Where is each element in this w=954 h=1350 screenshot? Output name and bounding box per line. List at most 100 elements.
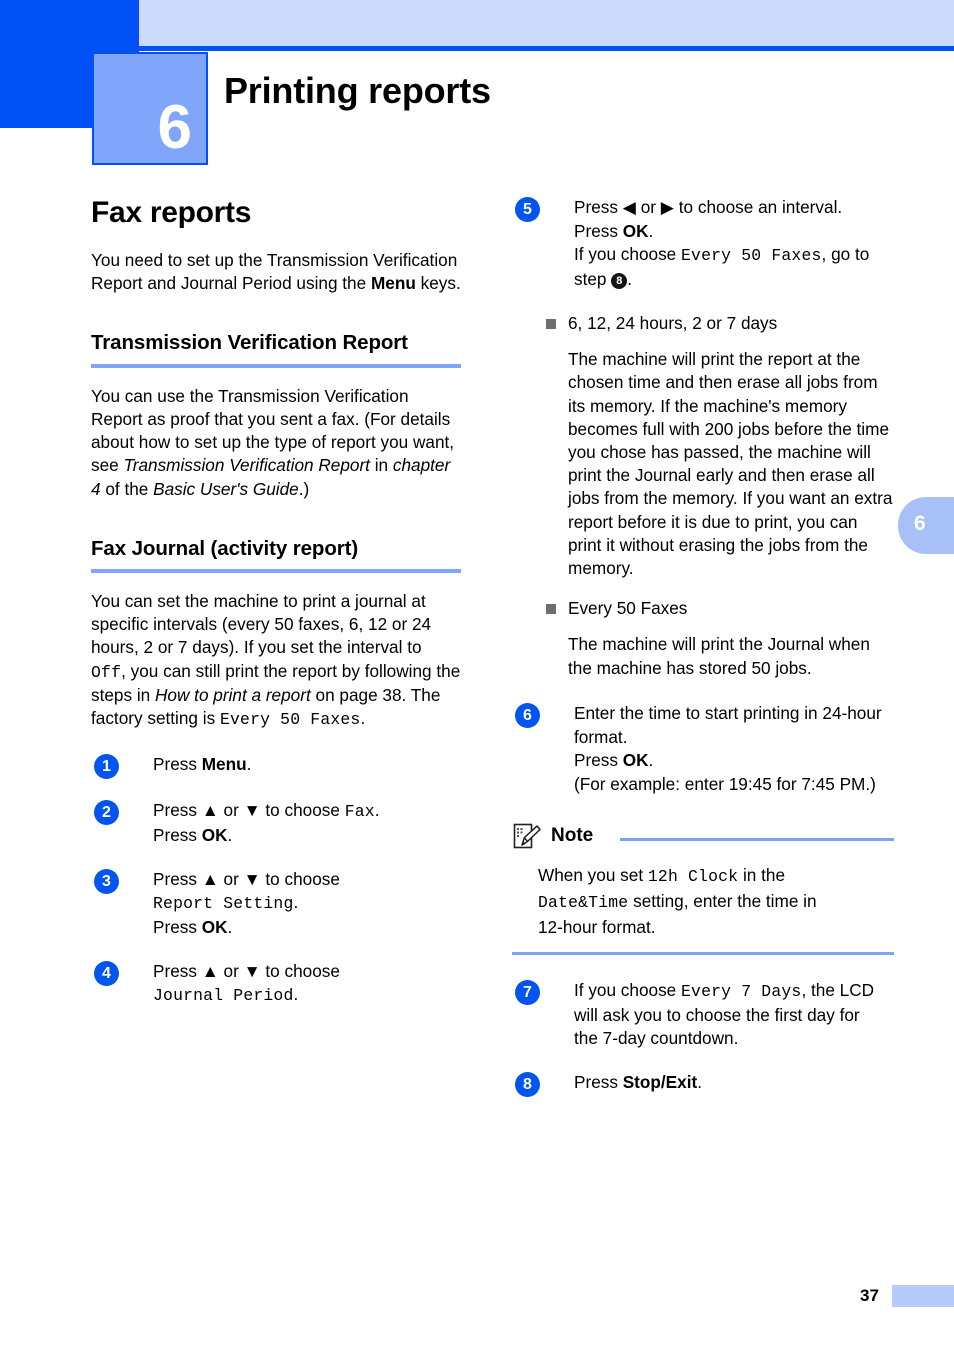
note-footer-rule: [512, 951, 894, 955]
step-line: Report Setting.: [153, 891, 461, 916]
text: Press: [153, 800, 202, 821]
intro-text-2: keys.: [415, 273, 461, 294]
key-name: OK: [201, 916, 228, 937]
bullet-label: Every 50 Faxes: [568, 598, 688, 619]
text: Press: [153, 868, 202, 889]
step-line: Press ◀ or ▶ to choose an interval.: [574, 196, 894, 220]
note-body: When you set 12h Clock in the Date&Time s…: [538, 863, 894, 939]
subheading-rule: [91, 363, 461, 368]
lcd-text: Date&Time: [538, 892, 629, 912]
left-step-list: 1 Press Menu. 2 Press ▲ or ▼ to choose Fax.…: [91, 753, 461, 1008]
tvr-text-3: of the: [100, 478, 154, 499]
step-line: Enter the time to start printing in 24-h…: [574, 702, 894, 726]
step-item: 3 Press ▲ or ▼ to choose Report Setting. Pr…: [91, 868, 461, 940]
lcd-text: Every 7 Days: [681, 981, 802, 1001]
tvr-text-4: .): [298, 478, 310, 499]
text: will ask you to choose the first day for: [574, 1004, 860, 1025]
text: .: [374, 800, 380, 821]
step-line: the 7-day countdown.: [574, 1027, 894, 1051]
key-name: OK: [622, 220, 649, 241]
key-name: Stop/Exit: [622, 1071, 698, 1092]
text: .: [227, 916, 233, 937]
fj-lcd-off: Off: [91, 662, 122, 682]
text: If you choose: [574, 244, 682, 265]
text: (For example: enter 19:45 for 7:45 PM.): [574, 774, 876, 795]
arrow-key-icon: ▼: [243, 800, 261, 821]
bullet-body: The machine will print the Journal when …: [568, 634, 870, 678]
text: Press: [153, 824, 202, 845]
step-line: Press OK.: [153, 916, 461, 940]
step-line: will ask you to choose the first day for: [574, 1004, 894, 1028]
bullet-item: Every 50 Faxes: [546, 597, 894, 620]
step-line: Press OK.: [574, 220, 894, 244]
step-badge: 7: [515, 979, 540, 1005]
arrow-key-icon: ▶: [660, 197, 674, 217]
lcd-text: Fax: [344, 802, 375, 822]
step-line: Press Menu.: [153, 753, 461, 777]
step-line: When you set 12h Clock in the: [538, 863, 894, 889]
note-box: Note When you set 12h Clock in the Date&T…: [512, 823, 894, 955]
step-item: 4 Press ▲ or ▼ to choose Journal Period.: [91, 960, 461, 1008]
step-item: 2 Press ▲ or ▼ to choose Fax. Press OK.: [91, 799, 461, 847]
lcd-text: Every 50 Faxes: [681, 246, 822, 266]
arrow-key-icon: ▲: [201, 868, 219, 889]
step-text: Press Menu.: [153, 753, 461, 777]
bullet-body: The machine will print the report at the…: [568, 349, 893, 579]
step-reference-badge: 8: [611, 273, 628, 290]
text: Press: [153, 754, 202, 775]
key-name: OK: [201, 824, 228, 845]
text: setting, enter the time in: [628, 890, 817, 911]
text: to choose: [260, 868, 340, 889]
step-line: Press ▲ or ▼ to choose: [153, 960, 461, 984]
key-name: OK: [622, 750, 649, 771]
text: to choose an interval.: [674, 197, 843, 217]
text: 12-hour format.: [538, 916, 656, 937]
note-pencil-icon: [513, 823, 541, 856]
page-title: Printing reports: [224, 70, 491, 111]
square-bullet-icon: [546, 604, 556, 615]
text: format.: [574, 726, 628, 747]
chapter-number: 6: [157, 93, 192, 162]
note-header: Note: [512, 823, 894, 851]
step-line: (For example: enter 19:45 for 7:45 PM.): [574, 773, 894, 797]
step-line: Date&Time setting, enter the time in: [538, 889, 894, 915]
arrow-key-icon: ◀: [622, 197, 636, 217]
arrow-key-icon: ▼: [243, 868, 261, 889]
step-line: format.: [574, 726, 894, 750]
step-line: Journal Period.: [153, 983, 461, 1008]
step-line: Press OK.: [153, 824, 461, 848]
arrow-key-icon: ▲: [201, 960, 219, 981]
text: Enter the time to start printing in 24-h…: [574, 702, 882, 723]
lcd-text: Report Setting: [153, 894, 294, 914]
chapter-number-box: 6: [92, 52, 208, 165]
step-text: Press ▲ or ▼ to choose Fax. Press OK.: [153, 799, 461, 847]
right-column: 5 Press ◀ or ▶ to choose an interval. Pre…: [512, 196, 894, 1117]
step-badge: 6: [515, 702, 540, 728]
text: Press: [153, 916, 202, 937]
fj-lcd-every-50-faxes: Every 50 Faxes: [219, 710, 361, 730]
step-line: Press ▲ or ▼ to choose: [153, 868, 461, 892]
step-text: Press ▲ or ▼ to choose Report Setting. Pre…: [153, 868, 461, 940]
step-item: 1 Press Menu.: [91, 753, 461, 780]
text: .: [627, 269, 633, 290]
text: Press: [574, 1071, 623, 1092]
step-line: Press ▲ or ▼ to choose Fax.: [153, 799, 461, 824]
step-badge: 2: [94, 800, 119, 826]
text: to choose: [260, 800, 345, 821]
fj-italic-1: How to print a report: [155, 684, 311, 705]
left-column: Fax reports You need to set up the Trans…: [91, 196, 461, 1028]
text: .: [227, 824, 233, 845]
subheading-transmission-verification-report: Transmission Verification Report: [91, 331, 408, 355]
tvr-text-2: in: [369, 455, 393, 476]
step-text: Enter the time to start printing in 24-h…: [574, 702, 894, 797]
text: .: [648, 750, 654, 771]
text: Press: [574, 197, 623, 217]
square-bullet-icon: [546, 318, 556, 329]
step-line: If you choose Every 7 Days, the LCD: [574, 979, 894, 1004]
fax-journal-paragraph: You can set the machine to print a journ…: [91, 590, 461, 731]
note-header-rule: [620, 837, 894, 841]
step-text: Press Stop/Exit.: [574, 1071, 894, 1095]
step-badge: 4: [94, 960, 119, 986]
step-badge: 8: [515, 1071, 540, 1097]
header-horizontal-rule: [139, 46, 954, 51]
